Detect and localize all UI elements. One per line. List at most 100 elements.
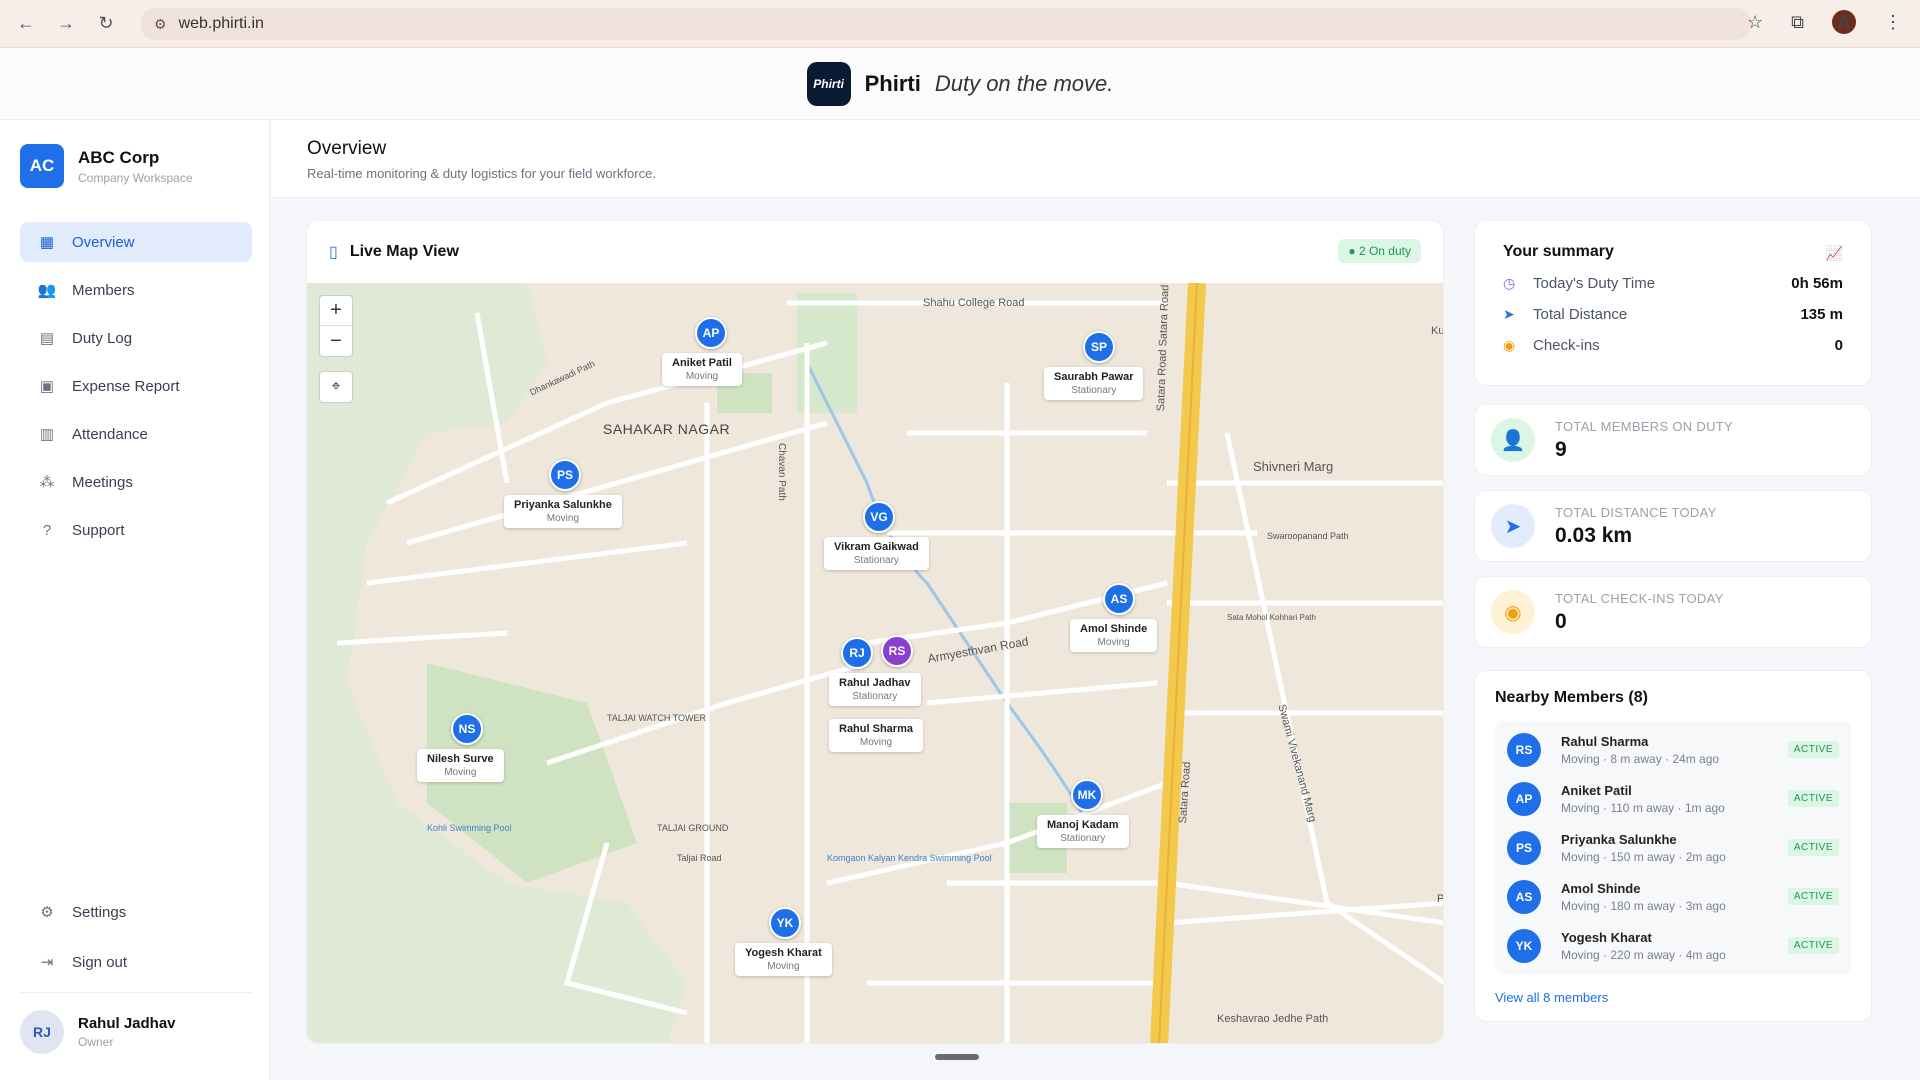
marker-status: Stationary: [852, 691, 898, 702]
locate-me-button[interactable]: ⌖: [319, 371, 353, 403]
member-info: Moving · 220 m away · 4m ago: [1561, 947, 1726, 962]
member-marker[interactable]: NS: [451, 713, 483, 745]
member-info: Moving · 8 m away · 24m ago: [1561, 751, 1720, 766]
summary-label: Check-ins: [1533, 337, 1600, 354]
zoom-in-button[interactable]: +: [320, 296, 352, 326]
extensions-icon[interactable]: ⧉: [1791, 12, 1804, 33]
avatar: PS: [1507, 830, 1541, 865]
map-label-road: Taljai Road: [677, 853, 722, 863]
clock-icon: ◷: [1503, 275, 1516, 291]
address-bar[interactable]: ⚙ web.phirti.in: [140, 8, 1752, 40]
marker-label[interactable]: Aniket Patil Moving: [662, 353, 742, 386]
map-label-poi: Komgaon Kalyan Kendra Swimming Pool: [827, 853, 992, 863]
user-profile[interactable]: RJ Rahul Jadhav Owner: [20, 1010, 176, 1054]
marker-status: Stationary: [853, 555, 899, 566]
company-subtitle: Company Workspace: [78, 170, 193, 185]
marker-label[interactable]: Yogesh Kharat Moving: [735, 943, 832, 976]
list-item[interactable]: PS Priyanka Salunkhe Moving · 150 m away ·…: [1495, 823, 1851, 872]
stat-value: 0: [1555, 609, 1567, 633]
profile-avatar[interactable]: A: [1832, 10, 1856, 34]
marker-label[interactable]: Priyanka Salunkhe Moving: [504, 495, 622, 528]
bookmark-star-icon[interactable]: ☆: [1747, 12, 1763, 33]
summary-row: ◷ Today's Duty Time 0h 56m: [1503, 275, 1843, 292]
marker-status: Moving: [767, 961, 800, 972]
reload-icon[interactable]: ↻: [92, 10, 120, 38]
stat-label: TOTAL MEMBERS ON DUTY: [1555, 418, 1733, 434]
avatar: AP: [1507, 781, 1541, 816]
marker-status: Moving: [859, 737, 893, 748]
summary-value: 0h 56m: [1791, 275, 1843, 292]
sidebar-item-overview[interactable]: ▦ Overview: [20, 222, 252, 262]
back-icon[interactable]: ←: [12, 10, 40, 38]
member-marker[interactable]: AP: [695, 317, 727, 349]
member-marker[interactable]: VG: [863, 501, 895, 533]
map-label-poi: Kohli Swimming Pool: [427, 823, 512, 833]
marker-name: Priyanka Salunkhe: [514, 499, 612, 511]
marker-label[interactable]: Saurabh Pawar Stationary: [1044, 367, 1144, 400]
list-item[interactable]: AP Aniket Patil Moving · 110 m away · 1m a…: [1495, 774, 1851, 823]
map-canvas[interactable]: + − ⌖ SAHAKAR NAGAR Shahu College Road S…: [307, 283, 1444, 1043]
company-name: ABC Corp: [78, 147, 160, 167]
sidebar-item-expense-report[interactable]: ▣ Expense Report: [20, 366, 252, 406]
sidebar-item-attendance[interactable]: ▥ Attendance: [20, 414, 252, 454]
marker-label[interactable]: Manoj Kadam Stationary: [1037, 815, 1129, 848]
zoom-out-button[interactable]: −: [320, 326, 352, 356]
forward-icon[interactable]: →: [52, 10, 80, 38]
view-all-members-link[interactable]: View all 8 members: [1495, 990, 1608, 1005]
sidebar-nav: ▦ Overview 👥 Members ▤ Duty Log ▣ Expense Re…: [20, 222, 252, 558]
browser-toolbar: ← → ↻ ⚙ web.phirti.in ☆ ⧉ A ⋮: [0, 0, 1920, 48]
member-marker[interactable]: RS: [881, 635, 913, 667]
marker-name: Aniket Patil: [672, 357, 732, 369]
member-marker[interactable]: PS: [549, 459, 581, 491]
marker-label[interactable]: Vikram Gaikwad Stationary: [824, 537, 929, 570]
map-label-road: Sata Mohol Kohhari Path: [1227, 613, 1316, 622]
member-marker[interactable]: YK: [769, 907, 801, 939]
summary-value: 0: [1834, 337, 1843, 354]
member-name: Rahul Sharma: [1561, 733, 1649, 749]
map-label-road: Shahu College Road: [923, 297, 1025, 309]
map-label-road: P: [1437, 893, 1444, 905]
chart-icon[interactable]: 📈: [1826, 245, 1843, 262]
site-settings-icon[interactable]: ⚙: [154, 16, 167, 33]
summary-title: Your summary: [1503, 243, 1614, 260]
map-icon: ▯: [329, 244, 338, 261]
browser-menu-icon[interactable]: ⋮: [1884, 12, 1902, 33]
marker-label[interactable]: Rahul Sharma Moving: [829, 719, 923, 752]
company-logo: AC: [20, 144, 64, 188]
sidebar-item-settings[interactable]: ⚙ Settings: [20, 892, 252, 932]
avatar: YK: [1507, 928, 1541, 963]
gear-icon: ⚙: [40, 904, 54, 921]
sidebar: AC ABC Corp Company Workspace ▦ Overview …: [0, 120, 270, 1080]
url-text[interactable]: web.phirti.in: [179, 15, 264, 33]
sidebar-item-support[interactable]: ? Support: [20, 510, 252, 550]
member-marker[interactable]: RJ: [841, 637, 873, 669]
member-marker[interactable]: AS: [1103, 583, 1135, 615]
avatar: AS: [1507, 879, 1541, 914]
sidebar-item-duty-log[interactable]: ▤ Duty Log: [20, 318, 252, 358]
list-item[interactable]: YK Yogesh Kharat Moving · 220 m away · 4m …: [1495, 921, 1851, 970]
nearby-list: RS Rahul Sharma Moving · 8 m away · 24m ag…: [1495, 721, 1851, 974]
stat-card-members: 👤 TOTAL MEMBERS ON DUTY 9: [1474, 404, 1872, 476]
stat-value: 9: [1555, 437, 1567, 461]
marker-status: Moving: [444, 767, 477, 778]
sidebar-item-label: Meetings: [72, 473, 133, 491]
member-marker[interactable]: MK: [1071, 779, 1103, 811]
marker-label[interactable]: Rahul Jadhav Stationary: [829, 673, 921, 706]
bottom-drag-handle[interactable]: [935, 1054, 979, 1060]
user-check-icon: 👤: [1491, 418, 1535, 462]
marker-name: Rahul Jadhav: [839, 677, 911, 689]
on-duty-badge: ● 2 On duty: [1338, 239, 1421, 263]
logout-icon: ⇥: [40, 954, 54, 971]
sidebar-bottom-nav: ⚙ Settings ⇥ Sign out: [20, 892, 252, 992]
marker-label[interactable]: Nilesh Surve Moving: [417, 749, 504, 782]
list-item[interactable]: AS Amol Shinde Moving · 180 m away · 3m ag…: [1495, 872, 1851, 921]
sidebar-item-sign-out[interactable]: ⇥ Sign out: [20, 942, 252, 982]
company-switcher[interactable]: AC ABC Corp Company Workspace: [20, 144, 193, 188]
status-badge: ACTIVE: [1787, 790, 1839, 807]
sidebar-item-meetings[interactable]: ⁂ Meetings: [20, 462, 252, 502]
marker-label[interactable]: Amol Shinde Moving: [1070, 619, 1158, 652]
member-marker[interactable]: SP: [1083, 331, 1115, 363]
sidebar-item-members[interactable]: 👥 Members: [20, 270, 252, 310]
list-item[interactable]: RS Rahul Sharma Moving · 8 m away · 24m ag…: [1495, 725, 1851, 774]
sidebar-item-label: Overview: [72, 233, 135, 251]
